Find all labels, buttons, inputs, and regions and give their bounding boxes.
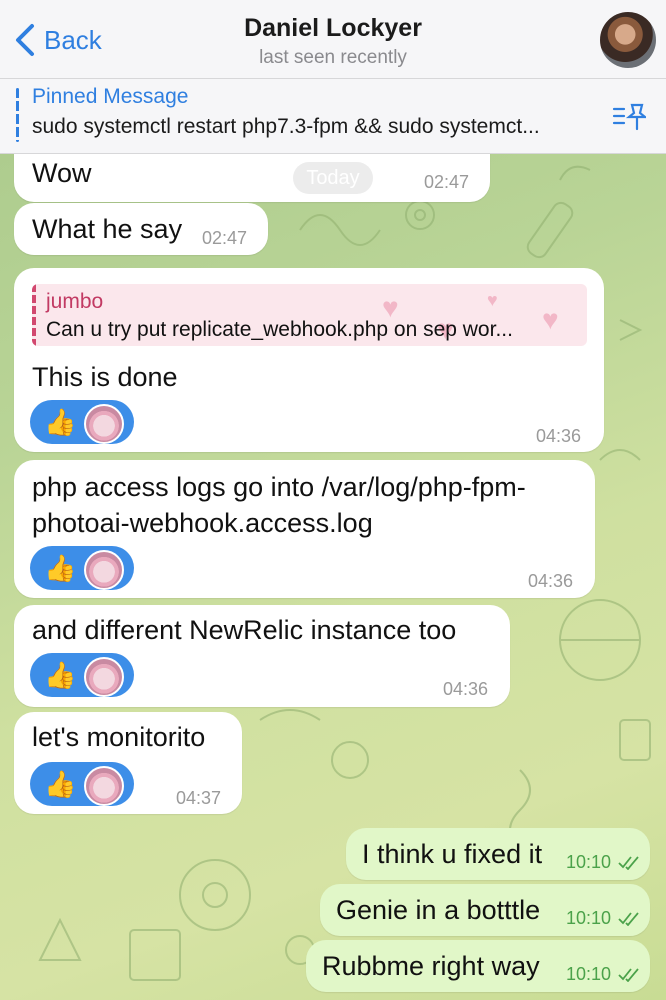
message-text: This is done xyxy=(32,362,178,392)
reaction-pill[interactable]: 👍 xyxy=(30,400,134,444)
reply-quote[interactable]: ♥ ♥ ♥ ♥ jumbo Can u try put replicate_we… xyxy=(32,284,587,346)
reply-indicator xyxy=(32,284,36,346)
message-text: I think u fixed it xyxy=(362,839,543,869)
pinned-indicator xyxy=(16,88,19,142)
reaction-pill[interactable]: 👍 xyxy=(30,546,134,590)
message-text: What he say xyxy=(32,214,183,244)
reaction-pill[interactable]: 👍 xyxy=(30,653,134,697)
double-check-icon xyxy=(618,856,639,871)
axolotl-avatar xyxy=(84,404,124,444)
thumbs-up-icon: 👍 xyxy=(44,769,77,799)
pinned-text: sudo systemctl restart php7.3-fpm && sud… xyxy=(32,115,540,138)
message-bubble[interactable]: let's monitorito 👍 04:37 xyxy=(14,712,242,814)
message-bubble[interactable]: php access logs go into /var/log/php-fpm… xyxy=(14,460,595,598)
pinned-title: Pinned Message xyxy=(32,85,189,108)
date-pill: Today xyxy=(293,162,373,194)
message-text: let's monitorito xyxy=(32,722,206,752)
thumbs-up-icon: 👍 xyxy=(44,660,77,690)
message-time: 04:37 xyxy=(176,788,222,808)
double-check-icon xyxy=(618,912,639,927)
double-check-icon xyxy=(618,968,639,983)
message-time-value: 10:10 xyxy=(566,852,612,872)
message-time: 02:47 xyxy=(202,228,248,248)
message-bubble[interactable]: and different NewRelic instance too 👍 04… xyxy=(14,605,510,707)
message-text: Wow xyxy=(32,158,92,188)
message-time-value: 10:10 xyxy=(566,908,612,928)
contact-avatar[interactable] xyxy=(600,12,656,68)
pinned-message-bar[interactable]: Pinned Message sudo systemctl restart ph… xyxy=(0,79,666,154)
message-time: 10:10 xyxy=(566,908,640,929)
message-time: 10:10 xyxy=(566,964,640,985)
message-bubble[interactable]: ♥ ♥ ♥ ♥ jumbo Can u try put replicate_we… xyxy=(14,268,604,452)
outgoing-message-bubble[interactable]: Rubbme right way 10:10 xyxy=(306,940,650,992)
message-time: 04:36 xyxy=(536,426,582,446)
message-text: and different NewRelic instance too xyxy=(32,615,457,645)
outgoing-message-bubble[interactable]: Genie in a botttle 10:10 xyxy=(320,884,650,936)
pinned-list-icon[interactable] xyxy=(612,101,646,131)
reply-author: jumbo xyxy=(46,290,104,313)
message-text: Rubbme right way xyxy=(322,951,540,981)
message-time: 02:47 xyxy=(424,172,470,192)
message-time: 04:36 xyxy=(443,679,489,699)
chevron-left-icon xyxy=(16,24,34,56)
chat-header: Back Daniel Lockyer last seen recently xyxy=(0,0,666,79)
reaction-pill[interactable]: 👍 xyxy=(30,762,134,806)
axolotl-avatar xyxy=(84,657,124,697)
axolotl-avatar xyxy=(84,766,124,806)
message-text-line2: photoai-webhook.access.log xyxy=(32,508,373,538)
reply-text: Can u try put replicate_webhook.php on s… xyxy=(46,318,513,341)
axolotl-avatar xyxy=(84,550,124,590)
message-time: 04:36 xyxy=(528,571,574,591)
back-label: Back xyxy=(44,24,102,55)
heart-icon: ♥ xyxy=(487,290,498,310)
message-text: Genie in a botttle xyxy=(336,895,541,925)
message-time-value: 10:10 xyxy=(566,964,612,984)
thumbs-up-icon: 👍 xyxy=(44,407,77,437)
message-time: 10:10 xyxy=(566,852,640,873)
message-bubble[interactable]: What he say 02:47 xyxy=(14,203,268,255)
message-text: php access logs go into /var/log/php-fpm… xyxy=(32,472,526,502)
back-button[interactable]: Back xyxy=(12,22,102,58)
outgoing-message-bubble[interactable]: I think u fixed it 10:10 xyxy=(346,828,650,880)
thumbs-up-icon: 👍 xyxy=(44,553,77,583)
